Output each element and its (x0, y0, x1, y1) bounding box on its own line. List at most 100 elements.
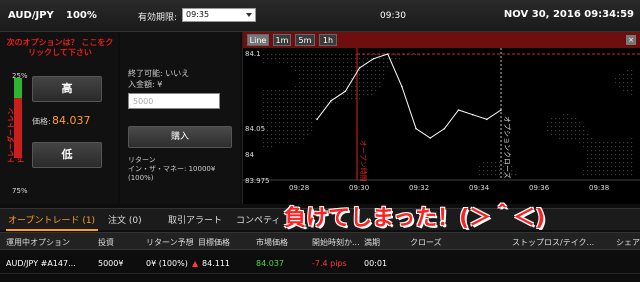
map-dot (591, 158, 593, 160)
map-dot (295, 114, 297, 116)
map-dot (367, 66, 369, 68)
map-dot (263, 98, 265, 100)
map-dot (279, 138, 281, 140)
high-button[interactable]: 高 (32, 76, 102, 102)
map-dot (359, 70, 361, 72)
map-dot (279, 142, 281, 144)
map-dot (567, 130, 569, 132)
map-dot (631, 154, 633, 156)
timeframe-button[interactable]: 1m (273, 34, 291, 46)
map-dot (303, 130, 305, 132)
map-dot (575, 130, 577, 132)
map-dot (487, 174, 489, 176)
map-dot (587, 146, 589, 148)
buy-button[interactable]: 購入 (128, 126, 232, 148)
map-dot (295, 130, 297, 132)
amount-input[interactable]: 5000 (128, 93, 220, 109)
map-dot (607, 154, 609, 156)
map-dot (315, 58, 317, 60)
timeframe-button[interactable]: 1h (319, 34, 337, 46)
map-dot (343, 66, 345, 68)
map-dot (347, 90, 349, 92)
map-dot (291, 94, 293, 96)
world-map-background (263, 54, 633, 176)
y-tick-label: 84.05 (245, 125, 266, 133)
tab-trade-alerts[interactable]: 取引アラート (168, 213, 222, 226)
map-dot (351, 62, 353, 64)
map-dot (299, 66, 301, 68)
map-dot (279, 110, 281, 112)
price-point (500, 109, 502, 111)
map-dot (595, 142, 597, 144)
map-dot (267, 54, 269, 56)
map-dot (583, 138, 585, 140)
map-dot (355, 78, 357, 80)
map-dot (491, 162, 493, 164)
map-dot (591, 138, 593, 140)
map-dot (303, 94, 305, 96)
map-dot (307, 90, 309, 92)
map-dot (299, 90, 301, 92)
timeframe-button[interactable]: 5m (295, 34, 315, 46)
tab-competition[interactable]: コンペティ (236, 213, 280, 226)
table-row[interactable]: AUD/JPY #A147... 5000¥ 0¥ (100%) ▲ 84.11… (0, 254, 640, 274)
map-dot (299, 118, 301, 120)
map-dot (547, 130, 549, 132)
map-dot (367, 82, 369, 84)
map-dot (359, 74, 361, 76)
map-dot (603, 170, 605, 172)
map-dot (351, 58, 353, 60)
map-dot (295, 98, 297, 100)
timeframe-button[interactable]: Line (247, 34, 269, 46)
map-dot (483, 170, 485, 172)
expiry-select[interactable]: 09:35 (182, 8, 256, 22)
map-dot (315, 74, 317, 76)
map-dot (291, 110, 293, 112)
map-dot (275, 126, 277, 128)
map-dot (295, 90, 297, 92)
map-dot (623, 166, 625, 168)
map-dot (359, 98, 361, 100)
map-dot (311, 74, 313, 76)
map-dot (603, 146, 605, 148)
low-button[interactable]: 低 (32, 142, 102, 168)
map-dot (299, 126, 301, 128)
return-detail: イン・ザ・マネー: 10000¥ (100%) (128, 165, 216, 182)
map-dot (607, 142, 609, 144)
y-tick-label: 84.1 (245, 50, 261, 58)
current-time: 09:30 (380, 11, 406, 21)
map-dot (303, 90, 305, 92)
map-dot (347, 94, 349, 96)
map-dot (291, 98, 293, 100)
tab-open-trades[interactable]: オープントレード (1) (8, 213, 95, 226)
map-dot (307, 62, 309, 64)
map-dot (371, 62, 373, 64)
map-dot (319, 74, 321, 76)
map-dot (551, 122, 553, 124)
map-dot (591, 170, 593, 172)
map-dot (631, 94, 633, 96)
price-point (386, 53, 389, 55)
next-option-link[interactable]: 次のオプションは？ ここをクリックして下さい (6, 38, 114, 58)
map-dot (619, 86, 621, 88)
map-dot (571, 118, 573, 120)
map-dot (315, 66, 317, 68)
map-dot (579, 122, 581, 124)
map-dot (615, 82, 617, 84)
map-dot (371, 86, 373, 88)
map-dot (551, 130, 553, 132)
trader-trend-label: トレーダートレンド (7, 108, 25, 164)
map-dot (287, 142, 289, 144)
price-chart[interactable]: オープン時間 オプションクローズ Line 1m 5m 1h × 84.1 84.05… (242, 32, 640, 204)
map-dot (311, 114, 313, 116)
map-dot (339, 86, 341, 88)
close-icon[interactable]: × (626, 35, 636, 45)
map-dot (279, 98, 281, 100)
map-dot (395, 54, 397, 56)
map-dot (327, 94, 329, 96)
map-dot (343, 54, 345, 56)
map-dot (283, 102, 285, 104)
map-dot (299, 106, 301, 108)
tab-orders[interactable]: 注文 (0) (108, 213, 142, 226)
map-dot (311, 118, 313, 120)
